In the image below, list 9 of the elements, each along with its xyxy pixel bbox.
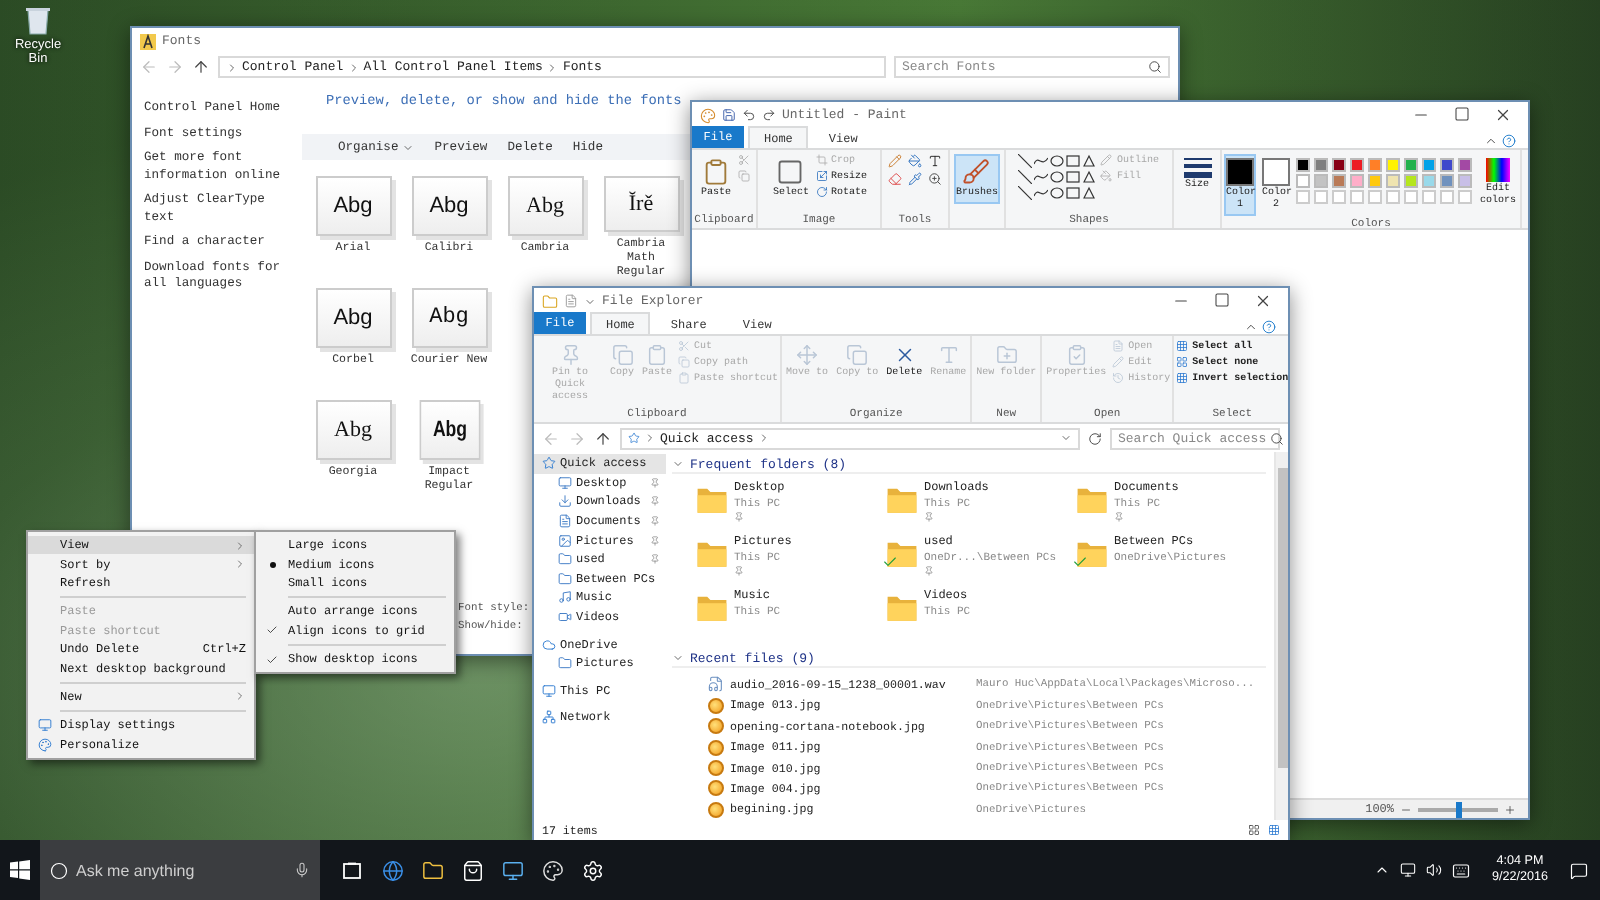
font-preview[interactable]: Abg <box>315 176 391 236</box>
search-box[interactable]: Ask me anything <box>40 840 320 900</box>
font-preview[interactable]: Ĭrě <box>603 176 679 233</box>
font-preview[interactable]: Abg <box>411 288 487 348</box>
font-preview[interactable]: Abg <box>411 176 487 236</box>
font-preview[interactable]: Abg <box>315 288 391 348</box>
font-preview[interactable]: Abg <box>418 400 480 460</box>
font-preview[interactable]: Abg <box>507 176 583 236</box>
font-preview[interactable]: Abg <box>315 400 391 460</box>
